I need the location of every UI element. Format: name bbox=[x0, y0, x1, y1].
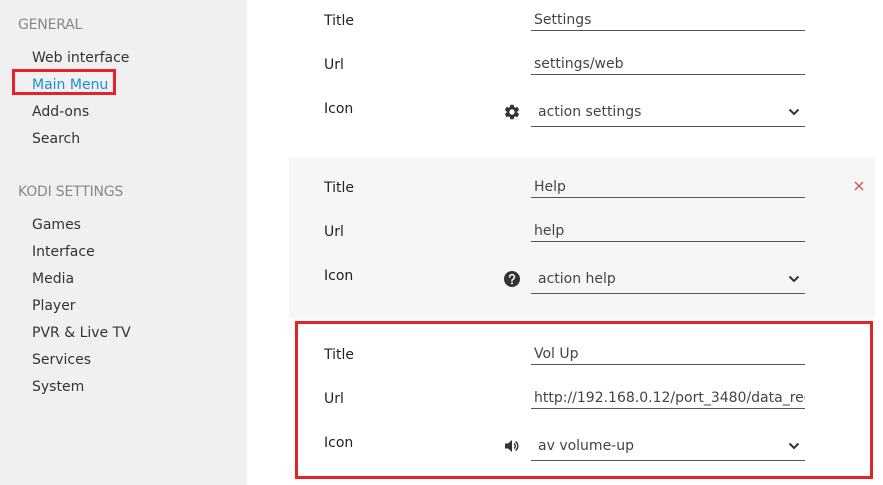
url-label: Url bbox=[324, 57, 344, 73]
sidebar-item-pvr-live-tv[interactable]: PVR & Live TV bbox=[32, 324, 131, 342]
sidebar-item-games[interactable]: Games bbox=[32, 216, 81, 234]
menu-item-settings: Title Settings Url settings/web Icon act… bbox=[289, 0, 875, 157]
sidebar-item-add-ons[interactable]: Add-ons bbox=[32, 103, 89, 121]
vol-up-highlight-box bbox=[295, 321, 873, 479]
icon-select-value: action settings bbox=[538, 104, 642, 120]
title-field[interactable]: Help bbox=[531, 176, 805, 198]
sidebar-item-system[interactable]: System bbox=[32, 378, 84, 396]
title-field[interactable]: Settings bbox=[531, 9, 805, 31]
sidebar-item-search[interactable]: Search bbox=[32, 130, 80, 148]
sidebar-item-media[interactable]: Media bbox=[32, 270, 74, 288]
icon-label: Icon bbox=[324, 268, 354, 284]
chevron-down-icon bbox=[787, 97, 801, 127]
menu-item-help: Title Help Url help Icon action help bbox=[289, 158, 875, 318]
url-field[interactable]: help bbox=[531, 220, 805, 242]
main-menu-highlight-box bbox=[12, 69, 116, 95]
sidebar-item-services[interactable]: Services bbox=[32, 351, 91, 369]
url-field[interactable]: settings/web bbox=[531, 53, 805, 75]
url-label: Url bbox=[324, 224, 344, 240]
icon-select[interactable]: action help bbox=[531, 264, 805, 294]
sidebar-heading-kodi-settings: KODI SETTINGS bbox=[18, 184, 124, 200]
remove-item-icon[interactable] bbox=[852, 178, 866, 192]
title-label: Title bbox=[324, 180, 355, 196]
icon-select-value: action help bbox=[538, 271, 616, 287]
icon-select[interactable]: action settings bbox=[531, 97, 805, 127]
help-circle-icon bbox=[503, 270, 521, 288]
chevron-down-icon bbox=[787, 264, 801, 294]
sidebar-item-player[interactable]: Player bbox=[32, 297, 76, 315]
title-label: Title bbox=[324, 13, 355, 29]
sidebar-heading-general: GENERAL bbox=[18, 17, 83, 33]
sidebar-item-web-interface[interactable]: Web interface bbox=[32, 49, 129, 67]
gear-icon bbox=[503, 103, 521, 121]
icon-label: Icon bbox=[324, 101, 354, 117]
sidebar-item-interface[interactable]: Interface bbox=[32, 243, 95, 261]
